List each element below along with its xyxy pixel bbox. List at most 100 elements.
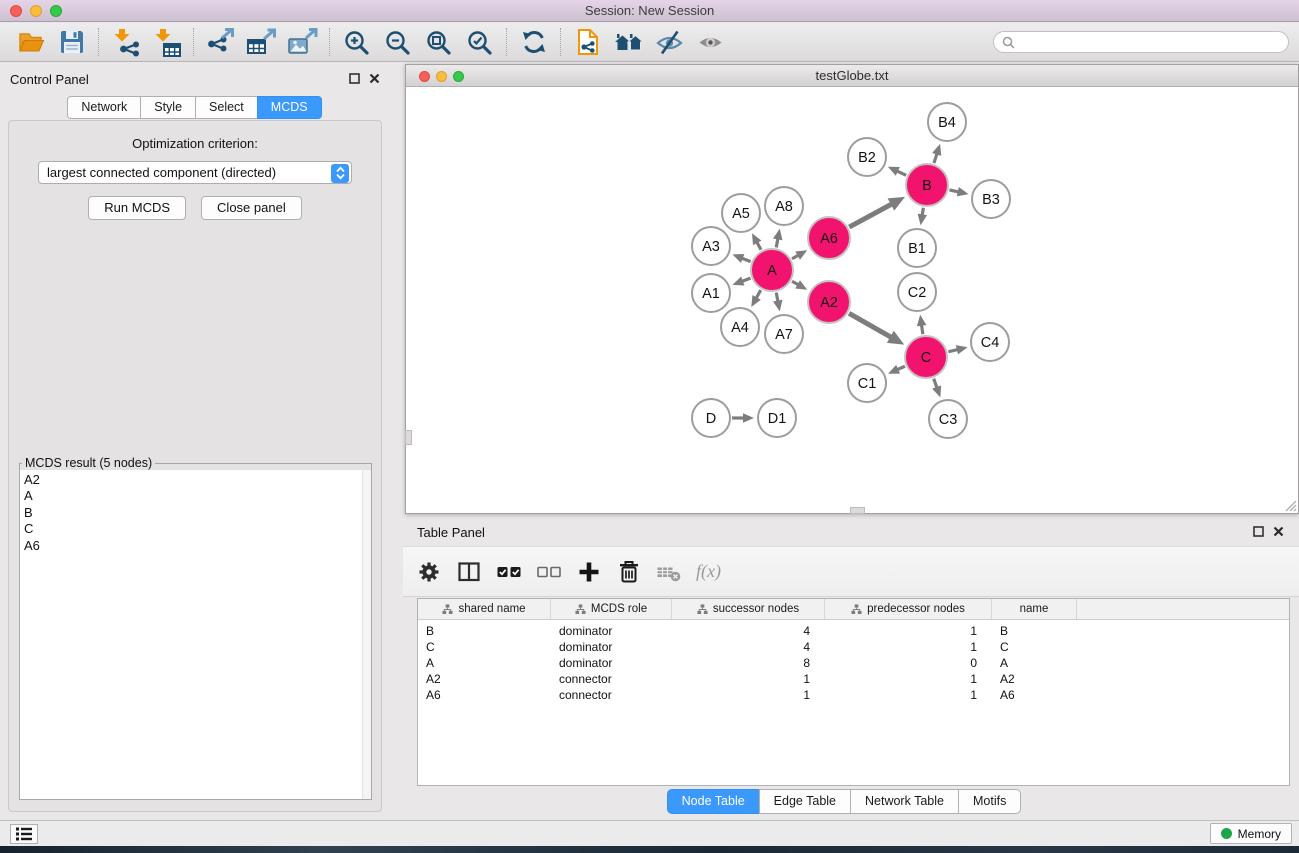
tab-network[interactable]: Network — [67, 96, 141, 119]
tab-edge-table[interactable]: Edge Table — [759, 789, 851, 814]
column-header[interactable]: successor nodes — [672, 599, 825, 619]
select-all-button[interactable] — [495, 558, 522, 585]
zoom-in-button[interactable] — [336, 25, 377, 59]
table-cell[interactable]: 4 — [672, 640, 825, 654]
zoom-out-button[interactable] — [377, 25, 418, 59]
scrollbar-track[interactable] — [362, 470, 371, 799]
export-table-button[interactable] — [241, 25, 282, 59]
add-column-button[interactable] — [575, 558, 602, 585]
table-settings-button[interactable] — [415, 558, 442, 585]
optimization-criterion-select[interactable]: largest connected component (directed) — [38, 161, 352, 184]
table-row[interactable]: A6connector11A6 — [418, 687, 1289, 703]
search-field[interactable] — [993, 31, 1289, 53]
table-cell[interactable]: 1 — [825, 640, 992, 654]
float-panel-icon[interactable] — [349, 73, 360, 84]
table-cell[interactable]: A2 — [992, 672, 1077, 686]
refresh-view-button[interactable] — [513, 25, 554, 59]
minimize-network-button[interactable] — [436, 71, 447, 82]
open-session-button[interactable] — [10, 25, 51, 59]
splitter-handle[interactable] — [405, 430, 412, 445]
table-cell[interactable]: 1 — [672, 672, 825, 686]
network-window-titlebar[interactable]: testGlobe.txt — [406, 65, 1298, 87]
delete-button[interactable] — [615, 558, 642, 585]
edge-A6-B[interactable] — [849, 204, 892, 228]
column-header[interactable]: name — [992, 599, 1077, 619]
table-cell[interactable]: A — [418, 656, 551, 670]
tab-select[interactable]: Select — [195, 96, 258, 119]
table-cell[interactable]: C — [992, 640, 1077, 654]
table-cell[interactable]: A6 — [992, 688, 1077, 702]
save-session-button[interactable] — [51, 25, 92, 59]
table-cell[interactable]: 0 — [825, 656, 992, 670]
table-cell[interactable]: 1 — [825, 672, 992, 686]
hide-panels-button[interactable] — [649, 25, 690, 59]
first-neighbors-button[interactable] — [608, 25, 649, 59]
run-mcds-button[interactable]: Run MCDS — [88, 196, 186, 220]
node-label-C1: C1 — [858, 376, 877, 392]
zoom-selected-button[interactable] — [459, 25, 500, 59]
table-cell[interactable]: 8 — [672, 656, 825, 670]
column-layout-button[interactable] — [455, 558, 482, 585]
close-panel-icon[interactable] — [1273, 526, 1284, 537]
table-cell[interactable]: 4 — [672, 624, 825, 638]
minimize-window-button[interactable] — [30, 5, 42, 17]
export-network-button[interactable] — [200, 25, 241, 59]
mcds-result-item[interactable]: A2 — [24, 472, 367, 488]
edge-A2-C[interactable] — [849, 313, 892, 337]
tab-mcds[interactable]: MCDS — [257, 96, 322, 119]
network-canvas[interactable]: B4B2BB3A8A5A6A3B1AC2A1A2A4A7C4CC1DD1C3 — [406, 88, 1298, 513]
tab-style[interactable]: Style — [140, 96, 196, 119]
table-cell[interactable]: 1 — [672, 688, 825, 702]
table-cell[interactable]: connector — [551, 672, 672, 686]
table-row[interactable]: A2connector11A2 — [418, 671, 1289, 687]
table-cell[interactable]: 1 — [825, 624, 992, 638]
close-panel-icon[interactable] — [369, 73, 380, 84]
table-cell[interactable]: dominator — [551, 640, 672, 654]
column-header[interactable]: shared name — [418, 599, 551, 619]
column-header[interactable]: predecessor nodes — [825, 599, 992, 619]
memory-button[interactable]: Memory — [1210, 823, 1292, 844]
tab-motifs[interactable]: Motifs — [958, 789, 1021, 814]
mcds-result-item[interactable]: A6 — [24, 538, 367, 554]
table-cell[interactable]: dominator — [551, 656, 672, 670]
column-header[interactable]: MCDS role — [551, 599, 672, 619]
show-panels-button[interactable] — [690, 25, 731, 59]
table-cell[interactable]: B — [418, 624, 551, 638]
mcds-result-item[interactable]: A — [24, 488, 367, 504]
mcds-result-item[interactable]: C — [24, 521, 367, 537]
resize-grip-icon[interactable] — [1283, 498, 1297, 512]
search-input[interactable] — [1021, 35, 1280, 49]
table-row[interactable]: Adominator80A — [418, 655, 1289, 671]
table-cell[interactable]: A6 — [418, 688, 551, 702]
tab-node-table[interactable]: Node Table — [667, 789, 760, 814]
table-cell[interactable]: dominator — [551, 624, 672, 638]
table-cell[interactable]: C — [418, 640, 551, 654]
node-label-A: A — [767, 263, 777, 279]
zoom-network-button[interactable] — [453, 71, 464, 82]
table-cell[interactable]: 1 — [825, 688, 992, 702]
import-network-button[interactable] — [105, 25, 146, 59]
zoom-fit-button[interactable] — [418, 25, 459, 59]
mcds-result-item[interactable]: B — [24, 505, 367, 521]
function-builder-button[interactable]: f(x) — [695, 558, 722, 585]
table-cell[interactable]: A2 — [418, 672, 551, 686]
close-network-button[interactable] — [419, 71, 430, 82]
zoom-window-button[interactable] — [50, 5, 62, 17]
float-panel-icon[interactable] — [1253, 526, 1264, 537]
table-cell[interactable]: connector — [551, 688, 672, 702]
close-panel-button[interactable]: Close panel — [201, 196, 302, 220]
task-history-button[interactable] — [10, 824, 38, 844]
delete-table-button[interactable] — [655, 558, 682, 585]
table-row[interactable]: Bdominator41B — [418, 623, 1289, 639]
tab-network-table[interactable]: Network Table — [850, 789, 959, 814]
network-graph[interactable]: B4B2BB3A8A5A6A3B1AC2A1A2A4A7C4CC1DD1C3 — [406, 88, 1297, 513]
table-row[interactable]: Cdominator41C — [418, 639, 1289, 655]
table-cell[interactable]: A — [992, 656, 1077, 670]
export-image-button[interactable] — [282, 25, 323, 59]
splitter-handle[interactable] — [850, 507, 865, 514]
close-window-button[interactable] — [10, 5, 22, 17]
deselect-all-button[interactable] — [535, 558, 562, 585]
network-from-file-button[interactable] — [567, 25, 608, 59]
import-table-button[interactable] — [146, 25, 187, 59]
table-cell[interactable]: B — [992, 624, 1077, 638]
